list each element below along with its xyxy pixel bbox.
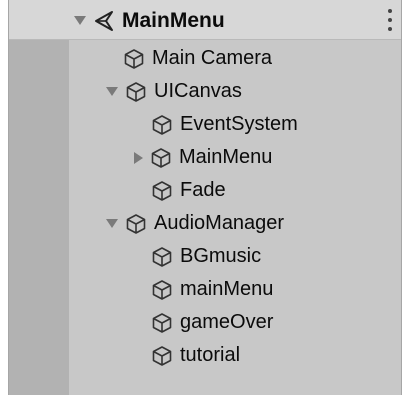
gameobject-cube-icon bbox=[149, 146, 173, 170]
unity-scene-icon bbox=[92, 9, 116, 33]
gameobject-cube-icon bbox=[150, 113, 174, 137]
tree-item-main-camera[interactable]: Main Camera bbox=[122, 42, 272, 75]
tree-item-label: MainMenu bbox=[179, 146, 273, 168]
tree-item-bgmusic[interactable]: BGmusic bbox=[150, 240, 261, 273]
tree-item-label: UICanvas bbox=[154, 80, 242, 102]
gameobject-cube-icon bbox=[150, 344, 174, 368]
tree-item-label: Fade bbox=[180, 179, 226, 201]
gameobject-cube-icon bbox=[150, 278, 174, 302]
tree-item-eventsystem[interactable]: EventSystem bbox=[150, 108, 298, 141]
tree-item-tutorial[interactable]: tutorial bbox=[150, 339, 240, 372]
gameobject-cube-icon bbox=[150, 245, 174, 269]
tree-item-mainmenu[interactable]: MainMenu bbox=[132, 141, 272, 174]
gameobject-cube-icon bbox=[124, 212, 148, 236]
tree-item-uicanvas[interactable]: UICanvas bbox=[106, 75, 242, 108]
tree-item-mainmenu-audio[interactable]: mainMenu bbox=[150, 273, 273, 306]
tree-item-gameover[interactable]: gameOver bbox=[150, 306, 273, 339]
tree-item-label: gameOver bbox=[180, 311, 274, 333]
gameobject-cube-icon bbox=[150, 179, 174, 203]
kebab-menu-icon[interactable] bbox=[387, 9, 393, 31]
hierarchy-gutter bbox=[9, 0, 69, 395]
gameobject-cube-icon bbox=[150, 311, 174, 335]
expand-arrow-icon[interactable] bbox=[106, 219, 118, 228]
tree-item-audiomanager[interactable]: AudioManager bbox=[106, 207, 284, 240]
tree-item-label: tutorial bbox=[180, 344, 241, 366]
gameobject-cube-icon bbox=[124, 80, 148, 104]
scene-label: MainMenu bbox=[122, 8, 225, 32]
tree-item-label: AudioManager bbox=[154, 212, 285, 234]
tree-item-label: mainMenu bbox=[180, 278, 274, 300]
tree-item-label: EventSystem bbox=[180, 113, 298, 135]
hierarchy-panel: MainMenu Main Camera UICanvas EventSyste… bbox=[0, 0, 411, 395]
tree-item-fade[interactable]: Fade bbox=[150, 174, 226, 207]
tree-item-label: BGmusic bbox=[180, 245, 262, 267]
collapse-arrow-icon[interactable] bbox=[134, 151, 143, 164]
scene-row[interactable]: MainMenu bbox=[74, 4, 225, 37]
expand-arrow-icon[interactable] bbox=[74, 16, 86, 25]
gameobject-cube-icon bbox=[122, 47, 146, 71]
tree-item-label: Main Camera bbox=[152, 47, 273, 69]
expand-arrow-icon[interactable] bbox=[106, 87, 118, 96]
